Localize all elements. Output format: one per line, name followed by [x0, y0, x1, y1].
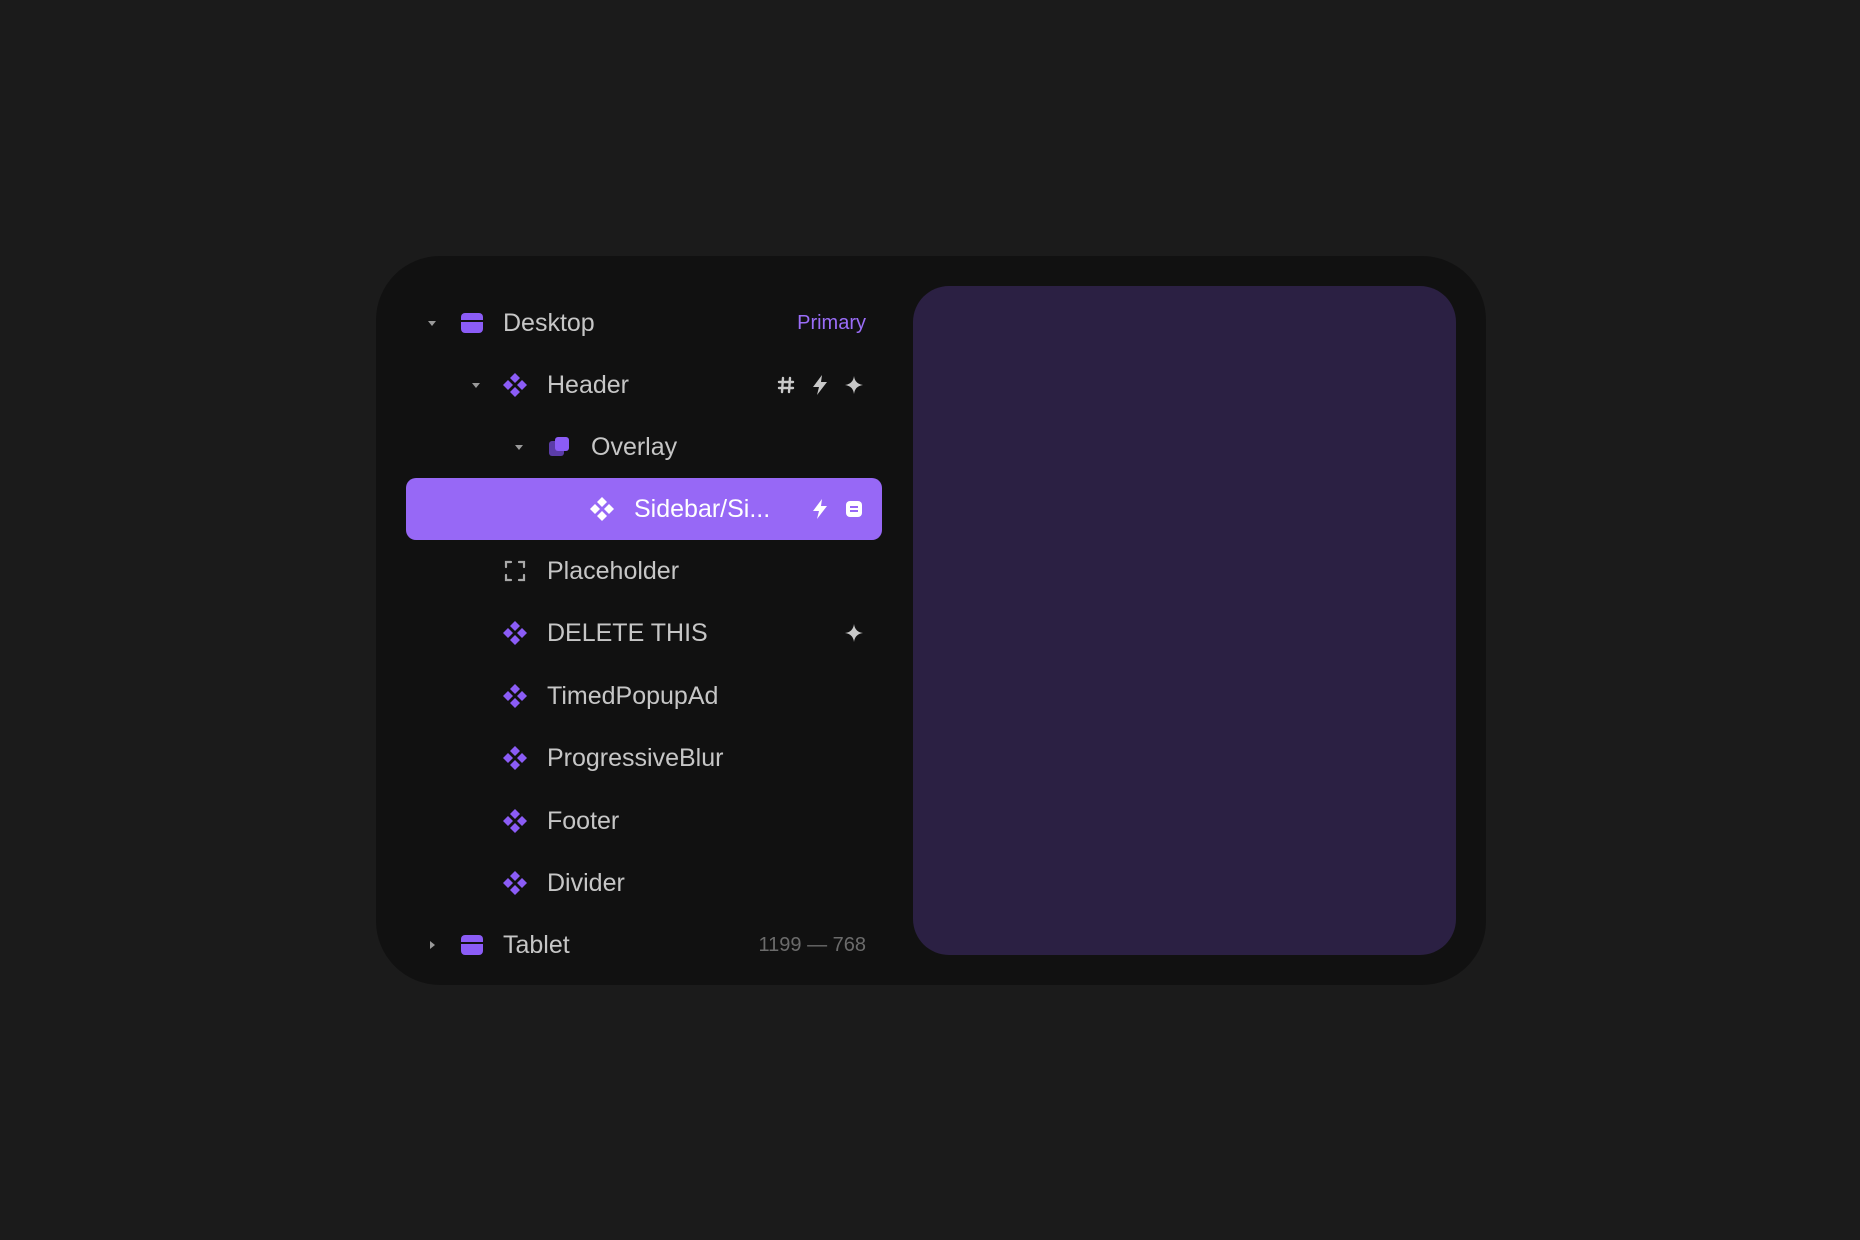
layer-label-delete-this: DELETE THIS [547, 619, 708, 647]
variable-icon[interactable] [842, 497, 866, 521]
component-icon [502, 745, 528, 771]
layer-row-delete-this[interactable]: DELETE THIS [406, 602, 882, 664]
layer-label-tablet: Tablet [503, 931, 570, 959]
layer-label-header: Header [547, 371, 629, 399]
breakpoint-icon [459, 310, 485, 336]
frame-icon [502, 558, 528, 584]
layer-row-tablet[interactable]: Tablet 1199 — 768 [406, 914, 882, 976]
layer-row-timed-popup-ad[interactable]: TimedPopupAd [406, 665, 882, 727]
canvas-preview[interactable] [913, 286, 1456, 955]
lightning-icon[interactable] [808, 497, 832, 521]
breakpoint-size: 1199 — 768 [758, 933, 867, 956]
layer-label-sidebar: Sidebar/Si... [634, 495, 771, 523]
primary-badge: Primary [797, 311, 866, 334]
layer-row-overlay[interactable]: Overlay [406, 416, 882, 478]
layer-row-divider[interactable]: Divider [406, 852, 882, 914]
layer-label-divider: Divider [547, 869, 625, 897]
chevron-down-icon[interactable] [469, 378, 483, 392]
lightning-icon[interactable] [808, 373, 832, 397]
component-icon [502, 372, 528, 398]
component-icon [502, 808, 528, 834]
sparkle-icon[interactable] [842, 373, 866, 397]
hash-icon[interactable] [774, 373, 798, 397]
overlay-icon [546, 434, 572, 460]
component-icon [502, 870, 528, 896]
component-icon [502, 620, 528, 646]
layer-label-timed-popup-ad: TimedPopupAd [547, 682, 719, 710]
layer-row-footer[interactable]: Footer [406, 790, 882, 852]
layer-label-overlay: Overlay [591, 433, 678, 461]
breakpoint-icon [459, 932, 485, 958]
component-icon [502, 683, 528, 709]
component-icon [589, 496, 615, 522]
sparkle-icon[interactable] [842, 621, 866, 645]
chevron-right-icon[interactable] [425, 938, 439, 952]
layer-label-footer: Footer [547, 807, 620, 835]
layer-row-sidebar[interactable]: Sidebar/Si... [406, 478, 882, 540]
layer-label-desktop: Desktop [503, 309, 595, 337]
layer-label-progressive-blur: ProgressiveBlur [547, 744, 724, 772]
layer-row-desktop[interactable]: Desktop Primary [406, 292, 882, 354]
chevron-down-icon[interactable] [425, 316, 439, 330]
layer-label-placeholder: Placeholder [547, 557, 680, 585]
layer-row-placeholder[interactable]: Placeholder [406, 540, 882, 602]
layer-row-header[interactable]: Header [406, 354, 882, 416]
layer-row-progressive-blur[interactable]: ProgressiveBlur [406, 727, 882, 789]
chevron-down-icon[interactable] [512, 440, 526, 454]
